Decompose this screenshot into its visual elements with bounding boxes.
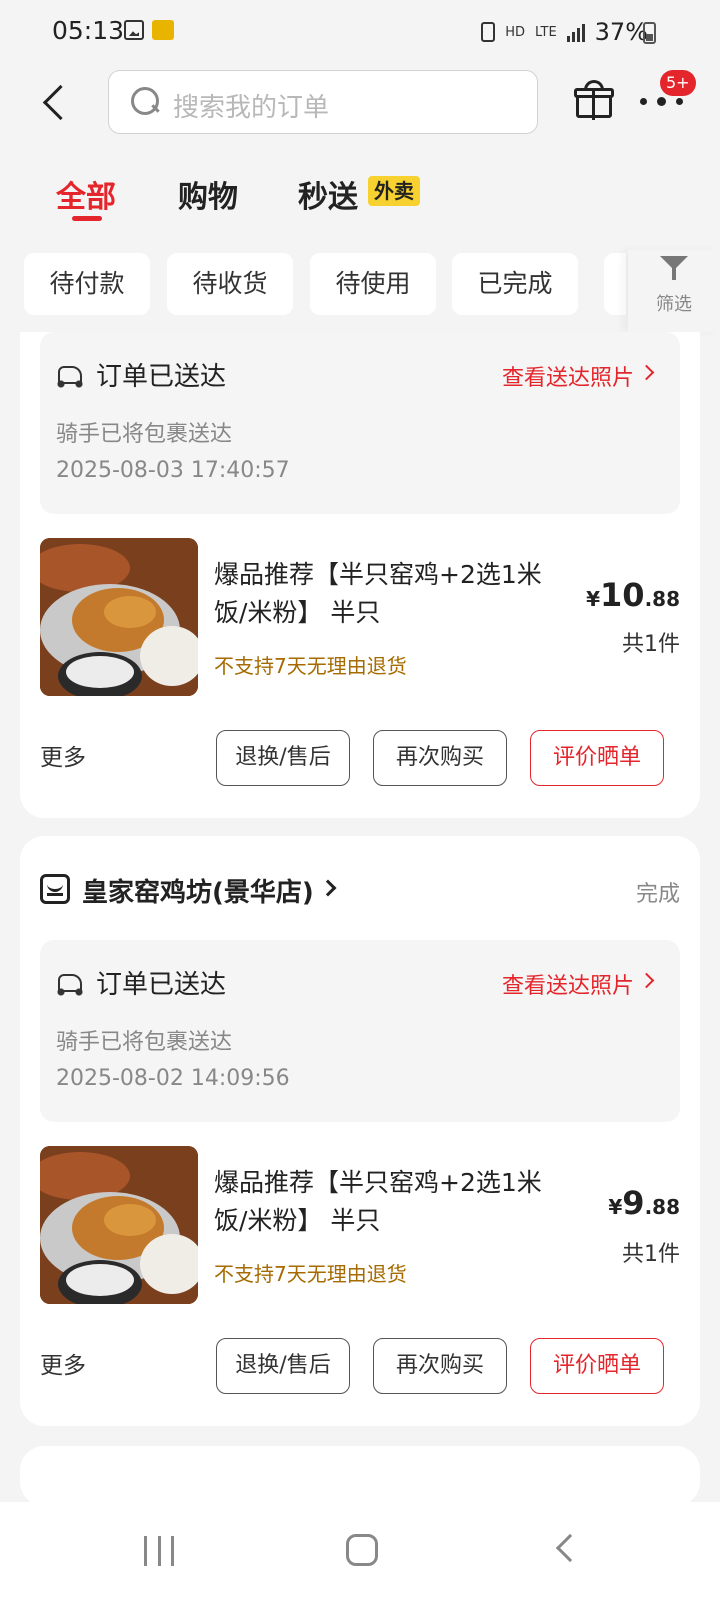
review-button[interactable]: 评价晒单 — [530, 730, 664, 786]
chip-partial[interactable] — [604, 253, 626, 315]
delivery-time: 2025-08-02 14:09:56 — [56, 1066, 290, 1091]
product-price: ¥9.88 — [608, 1184, 680, 1222]
header: 搜索我的订单 5+ — [0, 64, 720, 144]
tab-express[interactable]: 秒送 — [298, 172, 358, 216]
product-name[interactable]: 爆品推荐【半只窑鸡+2选1米饭/米粉】 半只 — [214, 556, 564, 632]
after-sales-button[interactable]: 退换/售后 — [216, 730, 350, 786]
product-name[interactable]: 爆品推荐【半只窑鸡+2选1米饭/米粉】 半只 — [214, 1164, 564, 1240]
folder-icon — [152, 20, 174, 40]
product-image[interactable] — [40, 1146, 198, 1304]
search-icon — [131, 87, 159, 115]
signal-icon — [566, 22, 585, 42]
notification-badge: 5+ — [660, 70, 696, 96]
review-button[interactable]: 评价晒单 — [530, 1338, 664, 1394]
more-link[interactable]: 更多 — [40, 1346, 86, 1380]
chip-pending-payment[interactable]: 待付款 — [24, 253, 150, 315]
tab-shopping[interactable]: 购物 — [178, 172, 238, 216]
view-delivery-photo-link[interactable]: 查看送达照片 — [502, 360, 634, 392]
delivery-scooter-icon — [56, 974, 84, 996]
delivery-status-box[interactable]: 订单已送达 查看送达照片 骑手已将包裹送达 2025-08-02 14:09:5… — [40, 940, 680, 1122]
filter-icon — [660, 254, 688, 282]
order-card: 皇家窑鸡坊(景华店) 完成 订单已送达 查看送达照片 骑手已将包裹送达 2025… — [20, 836, 700, 1426]
battery-icon — [643, 22, 656, 44]
status-bar: 05:13 HD LTE 37% — [0, 0, 720, 64]
roast-chicken-image — [40, 1146, 198, 1304]
chevron-right-icon — [638, 364, 655, 381]
search-placeholder: 搜索我的订单 — [173, 93, 330, 123]
chip-pending-receipt[interactable]: 待收货 — [167, 253, 293, 315]
product-quantity: 共1件 — [622, 632, 680, 657]
after-sales-button[interactable]: 退换/售后 — [216, 1338, 350, 1394]
delivery-title: 订单已送达 — [96, 362, 227, 392]
product-price: ¥10.88 — [586, 576, 680, 614]
chip-pending-use[interactable]: 待使用 — [310, 253, 436, 315]
store-row[interactable]: 皇家窑鸡坊(景华店) 完成 — [40, 870, 680, 914]
chevron-right-icon — [319, 879, 337, 897]
delivery-time: 2025-08-03 17:40:57 — [56, 458, 290, 483]
order-tabs: 全部 购物 秒送 外卖 — [0, 162, 720, 226]
tab-active-indicator — [72, 216, 102, 221]
filter-chips: 待付款 待收货 待使用 已完成 筛选 — [0, 250, 720, 332]
delivery-scooter-icon — [56, 366, 84, 388]
gift-icon[interactable] — [574, 80, 614, 120]
lock-icon — [481, 22, 496, 42]
order-card: 订单已送达 查看送达照片 骑手已将包裹送达 2025-08-03 17:40:5… — [20, 332, 700, 818]
store-name: 皇家窑鸡坊(景华店) — [82, 878, 314, 908]
more-dots-icon — [640, 97, 683, 106]
roast-chicken-image — [40, 538, 198, 696]
gallery-icon — [124, 20, 144, 40]
filter-label: 筛选 — [656, 294, 692, 315]
product-quantity: 共1件 — [622, 1242, 680, 1267]
order-status: 完成 — [635, 882, 680, 907]
buy-again-button[interactable]: 再次购买 — [373, 730, 507, 786]
return-policy-note: 不支持7天无理由退货 — [214, 654, 407, 678]
chip-completed[interactable]: 已完成 — [452, 253, 578, 315]
recent-apps-icon[interactable] — [144, 1536, 174, 1566]
filter-button[interactable]: 筛选 — [628, 250, 720, 332]
hd-indicator: HD — [505, 24, 526, 40]
product-image[interactable] — [40, 538, 198, 696]
chevron-right-icon — [638, 972, 655, 989]
delivery-status-box[interactable]: 订单已送达 查看送达照片 骑手已将包裹送达 2025-08-03 17:40:5… — [40, 332, 680, 514]
status-time: 05:13 — [52, 16, 125, 45]
return-policy-note: 不支持7天无理由退货 — [214, 1262, 407, 1286]
view-delivery-photo-link[interactable]: 查看送达照片 — [502, 968, 634, 1000]
home-icon[interactable] — [346, 1534, 378, 1566]
battery-percent: 37% — [594, 18, 648, 46]
buy-again-button[interactable]: 再次购买 — [373, 1338, 507, 1394]
search-input[interactable]: 搜索我的订单 — [108, 70, 538, 134]
tab-all[interactable]: 全部 — [56, 172, 116, 216]
delivery-subtitle: 骑手已将包裹送达 — [56, 1030, 233, 1055]
store-icon — [40, 874, 70, 904]
back-nav-icon[interactable] — [555, 1533, 585, 1563]
more-menu-button[interactable]: 5+ — [638, 70, 696, 122]
delivery-subtitle: 骑手已将包裹送达 — [56, 422, 233, 447]
more-link[interactable]: 更多 — [40, 738, 86, 772]
lte-indicator: LTE — [535, 24, 557, 40]
back-button[interactable] — [36, 78, 76, 128]
order-card-next — [20, 1446, 700, 1506]
delivery-title: 订单已送达 — [96, 970, 227, 1000]
takeout-badge: 外卖 — [368, 176, 420, 206]
system-nav-bar — [0, 1502, 720, 1600]
